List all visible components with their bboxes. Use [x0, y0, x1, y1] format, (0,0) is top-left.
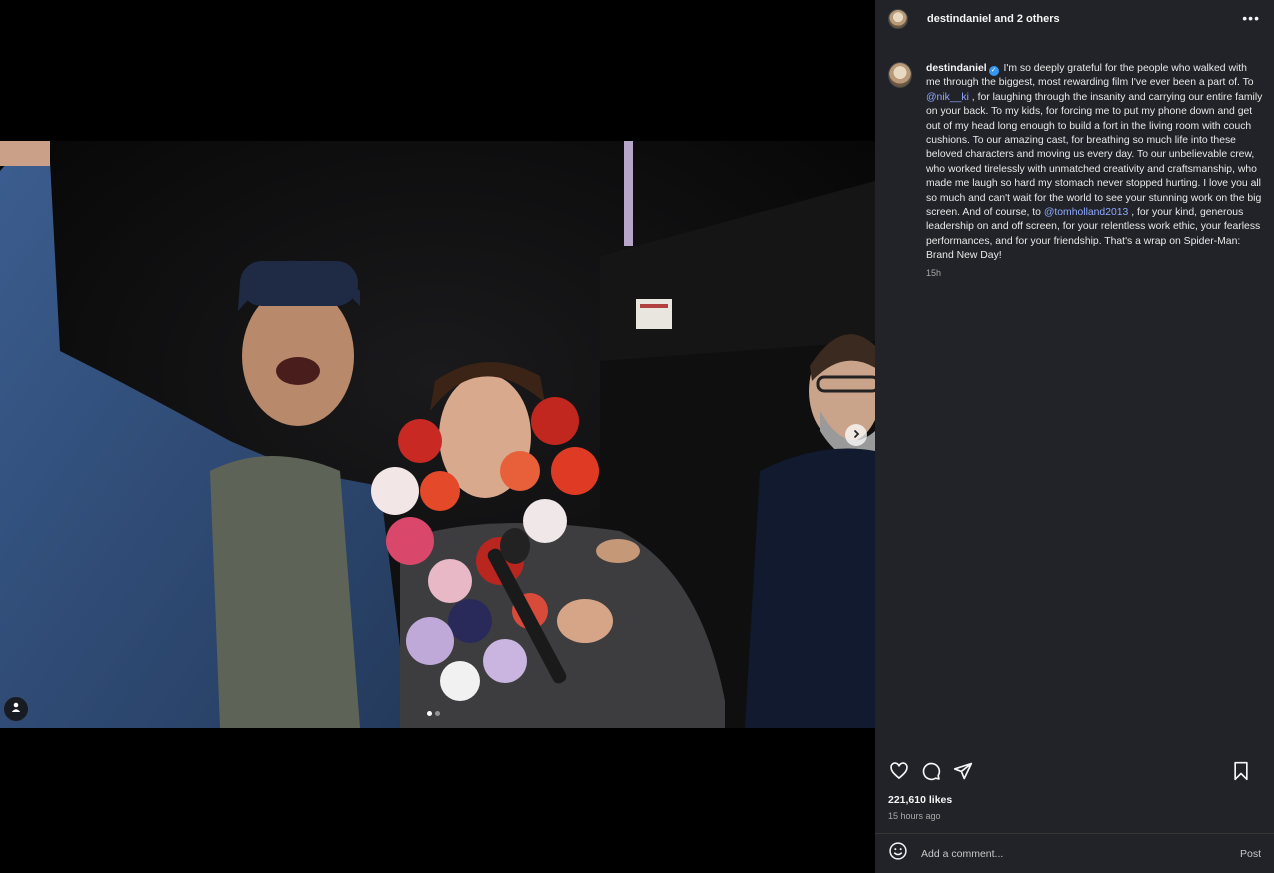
carousel-indicator [427, 711, 440, 716]
caption-block: destindaniel ✓ I'm so deeply grateful for… [888, 62, 1264, 278]
caption-timestamp[interactable]: 15h [926, 268, 1264, 278]
coauthors-label[interactable]: and 2 others [994, 13, 1059, 25]
post-photo[interactable] [0, 141, 875, 728]
caption-part: , for laughing through the insanity and … [926, 91, 1263, 219]
user-tags-button[interactable] [4, 697, 28, 721]
verified-badge-icon: ✓ [988, 66, 999, 76]
ellipsis-icon[interactable]: ••• [1242, 10, 1260, 26]
likes-count[interactable]: 221,610 likes [888, 794, 952, 806]
post-media [0, 0, 875, 873]
author-username[interactable]: destindaniel [927, 13, 991, 25]
mention-link[interactable]: @nik__ki [926, 92, 969, 103]
author-avatar[interactable] [888, 9, 908, 29]
comment-input[interactable] [921, 847, 1211, 860]
caption-author-avatar[interactable] [888, 62, 912, 88]
caption-text: destindaniel ✓ I'm so deeply grateful for… [926, 62, 1264, 264]
author-header-name[interactable]: destindaniel and 2 others [927, 13, 1060, 25]
heart-icon[interactable] [888, 760, 910, 782]
mention-link[interactable]: @tomholland2013 [1044, 207, 1129, 218]
post-header: destindaniel and 2 others ••• [875, 0, 1274, 38]
post-comment-button[interactable]: Post [1240, 848, 1261, 860]
share-icon[interactable] [952, 760, 974, 782]
user-tag-icon [10, 700, 22, 718]
bookmark-icon[interactable] [1230, 760, 1252, 782]
photo-illustration [0, 141, 875, 728]
carousel-next-button[interactable] [845, 424, 867, 446]
carousel-dot-active [427, 711, 432, 716]
action-bar [888, 760, 1262, 782]
post-timestamp[interactable]: 15 hours ago [888, 811, 941, 821]
caption-username[interactable]: destindaniel [926, 63, 987, 74]
chevron-right-icon [851, 426, 861, 444]
emoji-icon[interactable] [888, 841, 908, 866]
carousel-dot [435, 711, 440, 716]
comment-icon[interactable] [920, 760, 942, 782]
post-details-panel: destindaniel and 2 others ••• destindani… [875, 0, 1274, 873]
comment-bar: Post [875, 834, 1274, 873]
